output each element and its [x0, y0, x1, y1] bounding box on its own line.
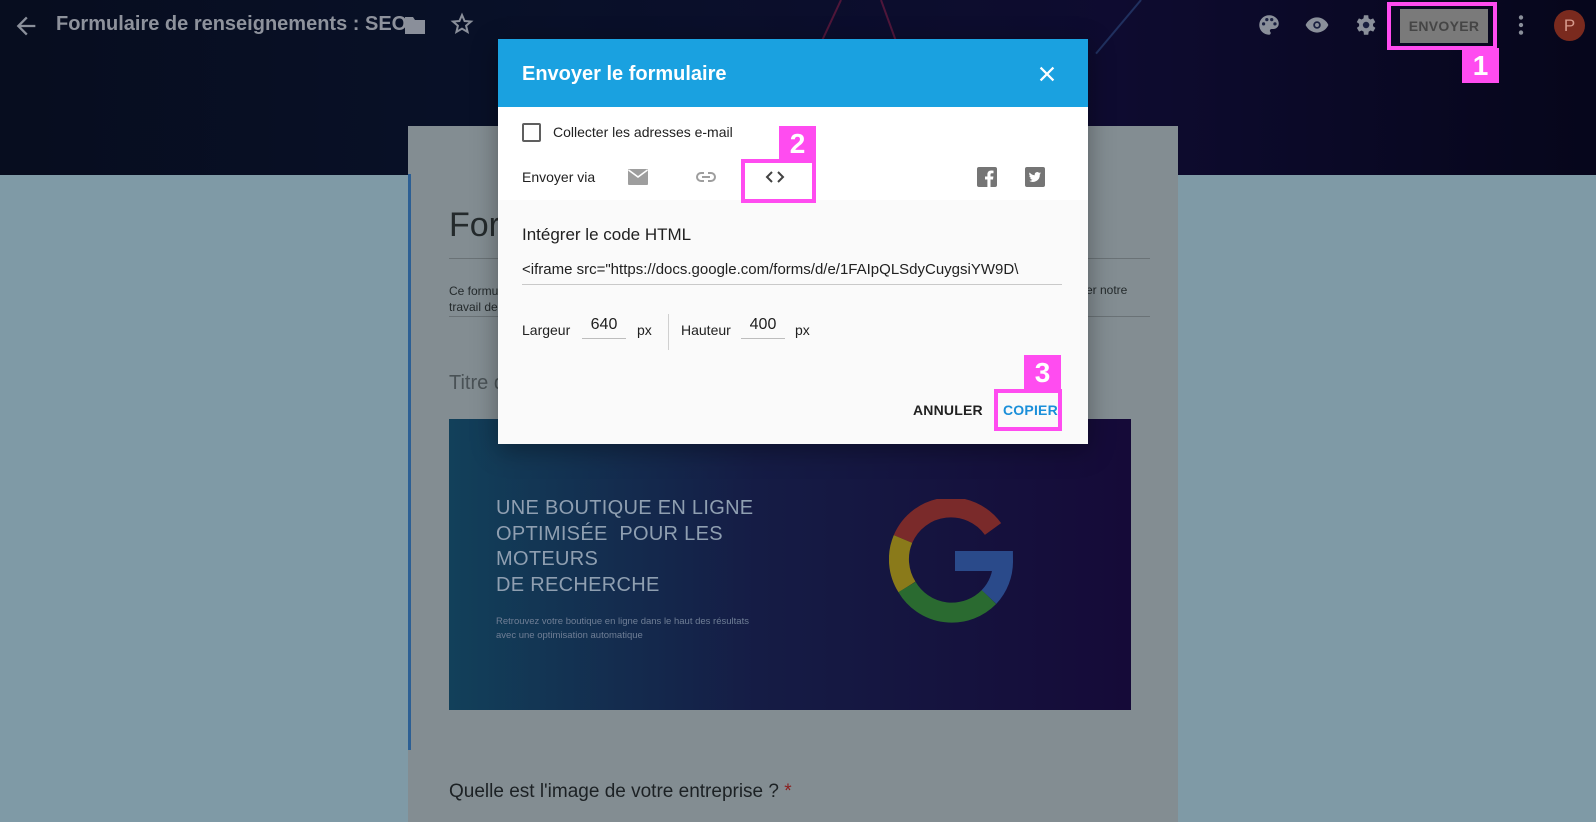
width-unit: px: [637, 322, 652, 338]
facebook-icon[interactable]: [975, 165, 999, 189]
dialog-header: Envoyer le formulaire: [498, 39, 1088, 107]
width-input[interactable]: [582, 311, 626, 339]
google-g-logo: [889, 499, 1013, 623]
banner-headline-line: UNE BOUTIQUE EN LIGNE: [496, 497, 754, 519]
section-title: Titre d: [449, 372, 505, 394]
gear-icon[interactable]: [1352, 12, 1378, 38]
star-icon[interactable]: [450, 12, 474, 36]
annotation-label-1: 1: [1462, 48, 1499, 83]
annotation-box-3: [994, 389, 1062, 431]
width-label: Largeur: [522, 322, 571, 338]
annotation-label-3: 3: [1024, 355, 1061, 390]
height-label: Hauteur: [681, 322, 731, 338]
height-unit: px: [795, 322, 810, 338]
twitter-icon[interactable]: [1023, 165, 1047, 189]
form-title: For: [449, 206, 500, 244]
required-mark: *: [784, 781, 792, 802]
avatar[interactable]: P: [1554, 10, 1585, 41]
banner-headline-line: OPTIMISÉE POUR LES: [496, 522, 723, 545]
form-description-tail: er notre: [1086, 283, 1128, 297]
banner-subline: Retrouvez votre boutique en ligne dans l…: [496, 615, 749, 643]
collect-email-checkbox[interactable]: [522, 123, 541, 142]
embed-code-field[interactable]: <iframe src="https://docs.google.com/for…: [522, 261, 1062, 285]
palette-icon[interactable]: [1256, 12, 1282, 38]
height-input[interactable]: [741, 311, 785, 339]
document-title[interactable]: Formulaire de renseignements : SEO: [56, 13, 407, 36]
cancel-button[interactable]: ANNULER: [913, 402, 983, 418]
banner-headline-line: MOTEURS: [496, 548, 599, 570]
back-arrow-icon[interactable]: [12, 12, 40, 40]
annotation-box-2: [741, 159, 816, 203]
folder-icon[interactable]: [403, 14, 427, 36]
more-vert-icon[interactable]: [1508, 12, 1534, 38]
question-title: Quelle est l'image de votre entreprise ?…: [449, 781, 792, 803]
close-icon[interactable]: [1036, 63, 1058, 85]
annotation-box-1: [1387, 2, 1497, 50]
send-form-dialog: Envoyer le formulaire Collecter les adre…: [498, 39, 1088, 444]
banner-subline-line: Retrouvez votre boutique en ligne dans l…: [496, 616, 749, 627]
form-description-text: Ce formu travail de: [449, 284, 499, 314]
dialog-title: Envoyer le formulaire: [522, 63, 727, 85]
email-icon[interactable]: [626, 165, 650, 189]
collect-email-label: Collecter les adresses e-mail: [553, 124, 733, 140]
form-accent-bar: [408, 174, 411, 750]
embed-html-title: Intégrer le code HTML: [522, 225, 692, 244]
annotation-label-2: 2: [779, 126, 816, 161]
link-icon[interactable]: [694, 165, 718, 189]
banner-image: UNE BOUTIQUE EN LIGNE OPTIMISÉE POUR LES…: [449, 419, 1131, 710]
eye-icon[interactable]: [1304, 12, 1330, 38]
send-via-label: Envoyer via: [522, 169, 596, 185]
banner-subline-line: avec une optimisation automatique: [496, 630, 643, 641]
divider: [668, 314, 669, 350]
banner-headline-line: DE RECHERCHE: [496, 573, 660, 596]
banner-headline: UNE BOUTIQUE EN LIGNE OPTIMISÉE POUR LES…: [496, 496, 753, 598]
question-text: Quelle est l'image de votre entreprise ?: [449, 781, 779, 802]
